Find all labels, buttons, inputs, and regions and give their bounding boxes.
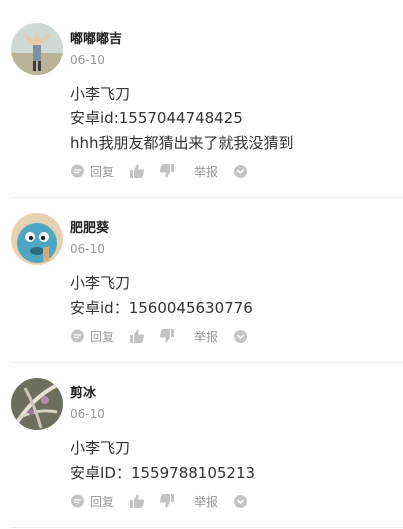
dislike-button[interactable] <box>159 492 175 510</box>
like-button[interactable] <box>129 492 145 510</box>
more-button[interactable] <box>233 327 248 345</box>
dislike-button[interactable] <box>159 327 175 345</box>
thumbs-up-icon <box>129 163 145 179</box>
comment-actions: 回复 举报 <box>70 327 270 345</box>
thumbs-up-icon <box>129 493 145 509</box>
comment-text-line: 安卓id:1557044748425 <box>70 109 243 127</box>
divider <box>10 527 403 528</box>
comment-text-line: 小李飞刀 <box>70 274 131 292</box>
avatar[interactable] <box>11 213 63 265</box>
comment-date: 06-10 <box>70 242 105 256</box>
report-button[interactable]: 举报 <box>194 327 218 345</box>
dislike-button[interactable] <box>159 162 175 180</box>
comment-actions: 回复 举报 <box>70 492 270 510</box>
chat-bubble-icon <box>70 494 85 509</box>
reply-button[interactable]: 回复 <box>70 327 114 345</box>
comment-item: 嘟嘟嘟吉 06-10 小李飞刀 安卓id:1557044748425 hhh我朋… <box>0 0 403 198</box>
reply-label: 回复 <box>90 329 115 344</box>
comment-text-line: 小李飞刀 <box>70 439 131 457</box>
more-button[interactable] <box>233 162 248 180</box>
chat-bubble-icon <box>70 164 85 179</box>
thumbs-down-icon <box>159 328 175 344</box>
report-button[interactable]: 举报 <box>194 492 218 510</box>
report-label: 举报 <box>194 164 219 179</box>
chevron-down-icon <box>233 164 248 179</box>
comment-text-line: 安卓id：1560045630776 <box>70 299 253 317</box>
divider <box>10 362 403 363</box>
like-button[interactable] <box>129 162 145 180</box>
report-button[interactable]: 举报 <box>194 162 218 180</box>
thumbs-down-icon <box>159 163 175 179</box>
divider <box>10 197 403 198</box>
username[interactable]: 嘟嘟嘟吉 <box>70 28 122 47</box>
chevron-down-icon <box>233 329 248 344</box>
like-button[interactable] <box>129 327 145 345</box>
comment-date: 06-10 <box>70 53 105 67</box>
avatar[interactable] <box>11 378 63 430</box>
comment-text-line: 小李飞刀 <box>70 85 131 103</box>
reply-label: 回复 <box>90 164 115 179</box>
comment-actions: 回复 举报 <box>70 162 270 180</box>
avatar[interactable] <box>11 23 63 75</box>
chevron-down-icon <box>233 494 248 509</box>
more-button[interactable] <box>233 492 248 510</box>
reply-button[interactable]: 回复 <box>70 162 114 180</box>
comment-text-line: 安卓ID：1559788105213 <box>70 464 256 482</box>
report-label: 举报 <box>194 329 219 344</box>
username[interactable]: 肥肥葵 <box>70 217 109 236</box>
comment-text-line: hhh我朋友都猜出来了就我没猜到 <box>70 134 294 152</box>
chat-bubble-icon <box>70 329 85 344</box>
username[interactable]: 剪冰 <box>70 382 96 401</box>
thumbs-down-icon <box>159 493 175 509</box>
comment-date: 06-10 <box>70 407 105 421</box>
report-label: 举报 <box>194 494 219 509</box>
thumbs-up-icon <box>129 328 145 344</box>
reply-label: 回复 <box>90 494 115 509</box>
reply-button[interactable]: 回复 <box>70 492 114 510</box>
